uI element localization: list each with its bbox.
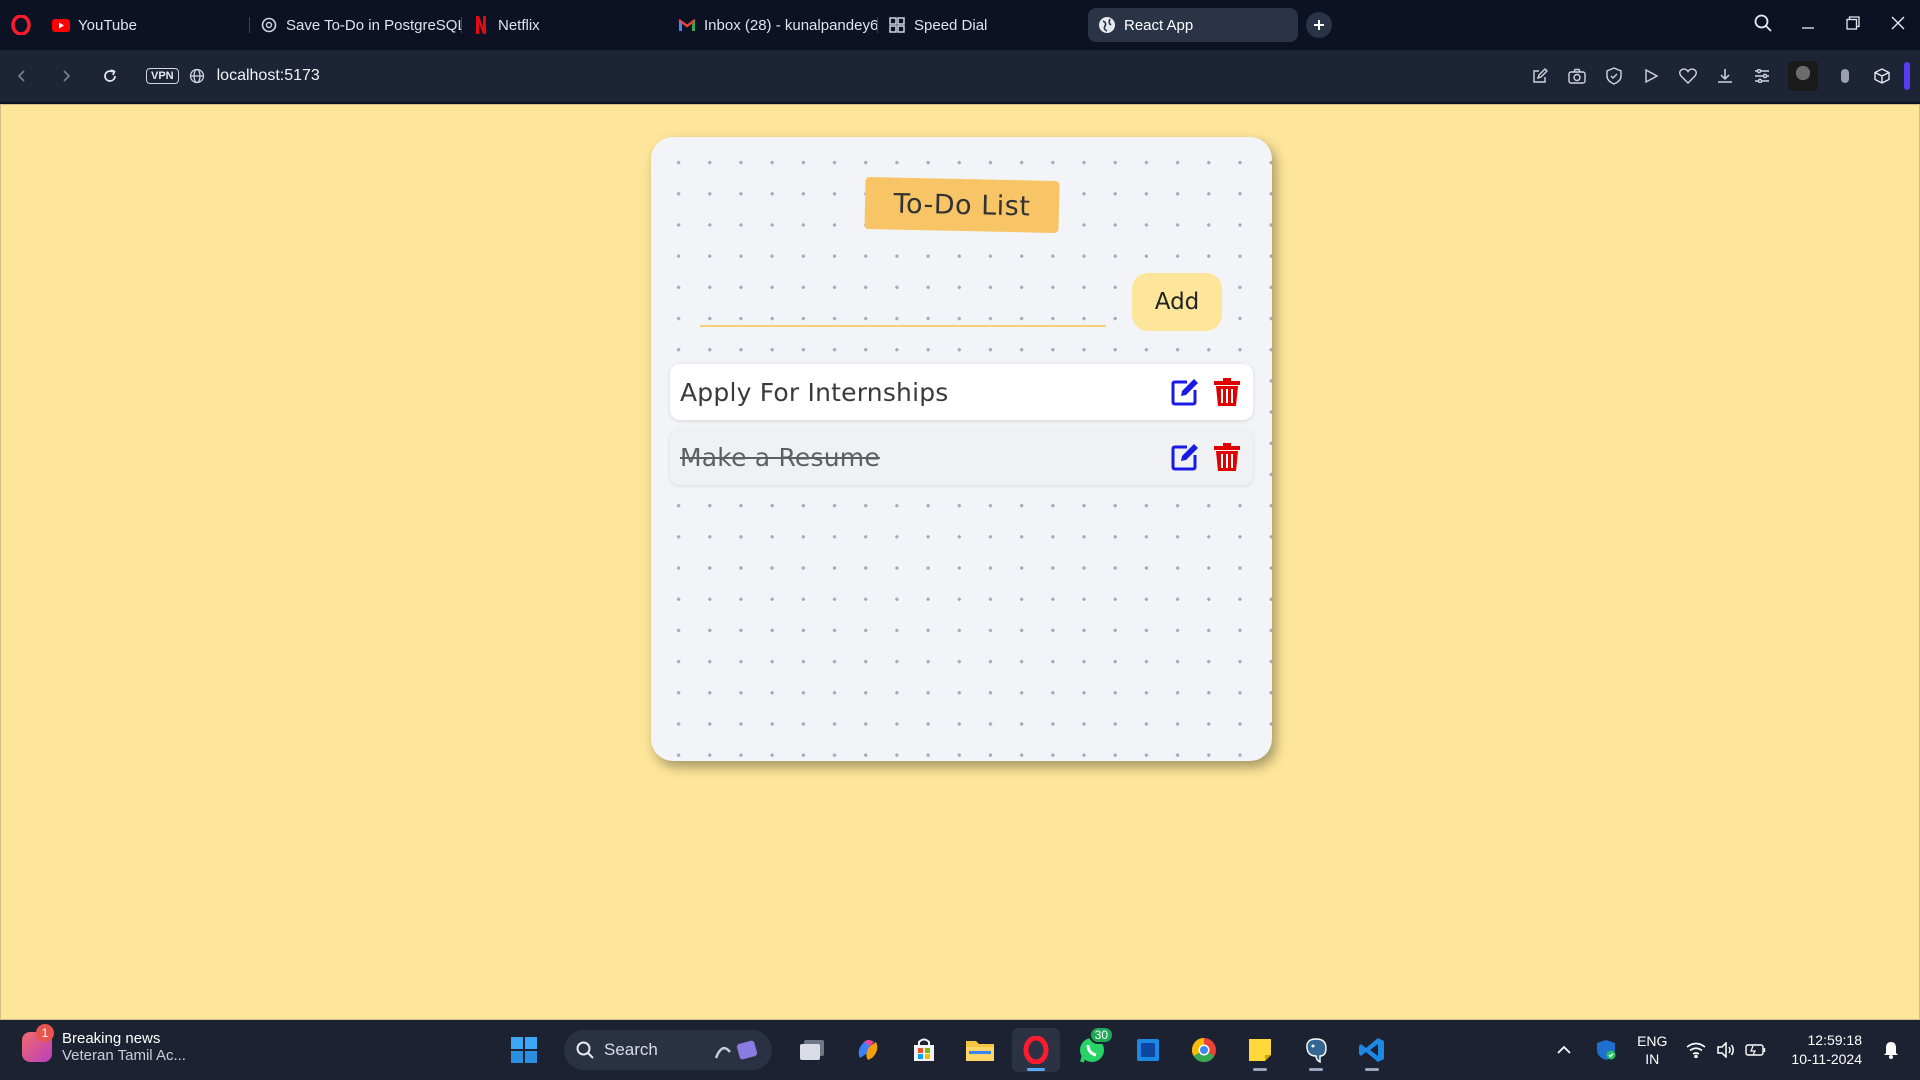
speed-dial-icon [888,16,906,34]
window-controls [1740,0,1920,46]
restore-icon[interactable] [1830,0,1875,46]
tab-label: Save To-Do in PostgreSQL [286,16,462,34]
lang-region: IN [1645,1051,1660,1067]
news-badge: 1 [36,1024,54,1042]
close-icon[interactable] [1875,0,1920,46]
opera-taskbar-icon[interactable] [1012,1028,1060,1072]
easy-setup-icon[interactable] [1743,56,1780,96]
news-title: Breaking news [62,1030,161,1047]
tab-gmail[interactable]: Inbox (28) - kunalpandey6 [668,8,878,42]
news-widget[interactable]: 1 Breaking news Veteran Tamil Ac... [22,1024,186,1064]
toolbar-actions [1521,50,1920,102]
reload-icon[interactable] [88,54,132,98]
search-tabs-icon[interactable] [1740,0,1785,46]
clock-date: 10-11-2024 [1791,1051,1862,1067]
edit-icon[interactable] [1169,441,1201,473]
whatsapp-icon[interactable]: 30 [1068,1026,1116,1072]
system-clock[interactable]: 12:59:18 10-11-2024 [1791,1031,1862,1069]
app-window-icon[interactable] [1124,1028,1172,1072]
start-windows-icon[interactable] [500,1028,548,1072]
todo-card: To-Do List Add Apply For Internships Mak… [651,137,1272,761]
download-icon[interactable] [1706,56,1743,96]
globe-icon [1098,16,1116,34]
postgresql-icon[interactable] [1292,1028,1340,1072]
clock-time: 12:59:18 [1807,1032,1863,1048]
tab-save-todo[interactable]: Save To-Do in PostgreSQL [250,8,462,42]
profile-avatar[interactable] [1788,61,1818,91]
site-globe-icon[interactable] [189,68,205,84]
play-icon[interactable] [1632,56,1669,96]
address-bar: VPN localhost:5173 [0,50,1920,102]
battery-icon[interactable] [1741,1030,1771,1070]
microsoft-store-icon[interactable] [900,1028,948,1072]
chatgpt-icon [260,16,278,34]
edit-icon[interactable] [1169,376,1201,408]
new-tab-button[interactable] [1306,12,1332,38]
mouse-icon[interactable] [1826,56,1863,96]
windows-taskbar: 1 Breaking news Veteran Tamil Ac... Sear… [0,1020,1920,1080]
todo-item[interactable]: Make a Resume [670,429,1253,485]
notification-bell-icon[interactable] [1876,1030,1906,1070]
page-viewport: To-Do List Add Apply For Internships Mak… [0,104,1920,1020]
sticky-notes-icon[interactable] [1236,1028,1284,1072]
tab-react-app[interactable]: React App [1088,8,1298,42]
forward-icon[interactable] [44,54,88,98]
todo-item[interactable]: Apply For Internships [670,364,1253,420]
chevron-up-icon[interactable] [1549,1030,1579,1070]
defender-shield-icon[interactable] [1591,1030,1621,1070]
input-language[interactable]: ENG IN [1637,1032,1667,1068]
todo-text: Apply For Internships [680,377,949,407]
taskbar-search[interactable]: Search [564,1030,772,1070]
url-field[interactable]: localhost:5173 [217,67,320,85]
sidebar-accent [1904,62,1910,90]
todo-input[interactable] [700,279,1106,327]
opera-menu-icon[interactable] [0,2,42,48]
gmail-icon [678,16,696,34]
chrome-icon[interactable] [1180,1028,1228,1072]
back-icon[interactable] [0,54,44,98]
edit-page-icon[interactable] [1521,56,1558,96]
whatsapp-badge: 30 [1088,1026,1114,1044]
delete-icon[interactable] [1211,441,1243,473]
todo-text: Make a Resume [680,442,880,472]
tab-label: Speed Dial [914,16,988,34]
search-icon [576,1041,594,1059]
volume-icon[interactable] [1711,1030,1741,1070]
tab-label: YouTube [78,16,137,34]
netflix-icon [472,16,490,34]
news-icon: 1 [22,1024,54,1062]
search-highlight-icon [712,1038,760,1067]
vpn-badge[interactable]: VPN [146,68,179,84]
news-subtitle: Veteran Tamil Ac... [62,1047,186,1064]
taskbar-apps: Search 30 [500,1026,1396,1072]
lang-code: ENG [1637,1033,1668,1049]
add-button[interactable]: Add [1132,273,1222,331]
shield-icon[interactable] [1595,56,1632,96]
extensions-cube-icon[interactable] [1863,56,1900,96]
camera-icon[interactable] [1558,56,1595,96]
minimize-icon[interactable] [1785,0,1830,46]
tab-label: React App [1124,16,1194,34]
copilot-icon[interactable] [844,1028,892,1072]
tab-label: Inbox (28) - kunalpandey6 [704,16,878,34]
tab-speed-dial[interactable]: Speed Dial [878,8,1088,42]
wifi-icon[interactable] [1681,1030,1711,1070]
file-explorer-icon[interactable] [956,1028,1004,1072]
tab-label: Netflix [498,16,540,34]
tab-youtube[interactable]: YouTube [42,8,250,42]
task-view-icon[interactable] [788,1028,836,1072]
search-label: Search [604,1040,658,1059]
system-tray: ENG IN 12:59:18 10-11-2024 [1549,1020,1920,1080]
heart-icon[interactable] [1669,56,1706,96]
tab-netflix[interactable]: Netflix [462,8,668,42]
youtube-icon [52,16,70,34]
delete-icon[interactable] [1211,376,1243,408]
vscode-icon[interactable] [1348,1028,1396,1072]
app-title: To-Do List [864,176,1060,234]
browser-tab-strip: YouTube Save To-Do in PostgreSQL Netflix… [0,0,1920,50]
